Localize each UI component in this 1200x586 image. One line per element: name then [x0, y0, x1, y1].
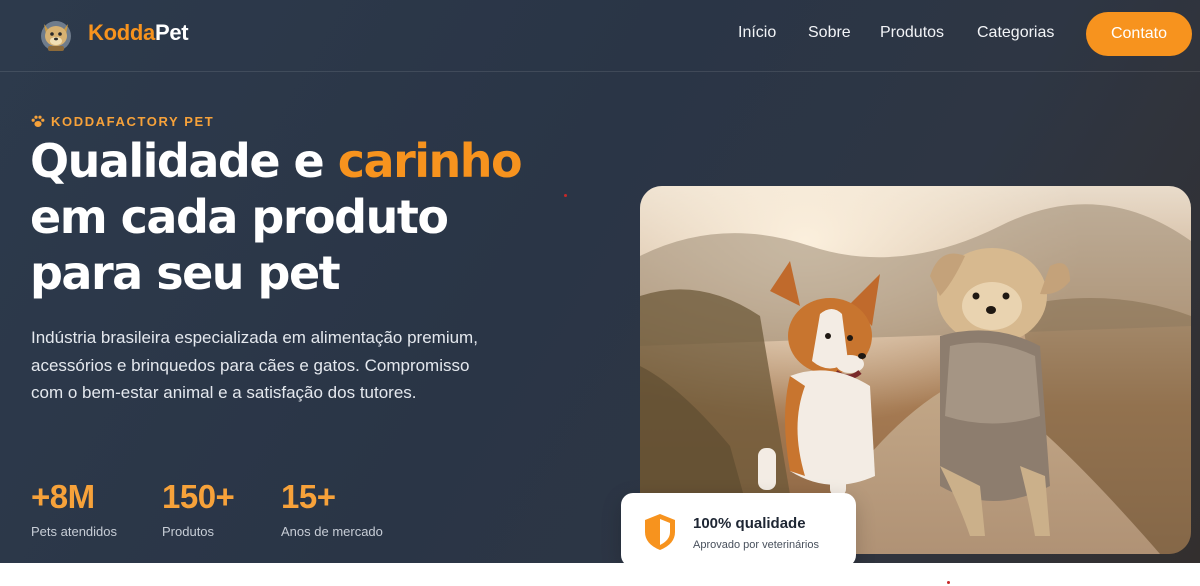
nav-link-categorias[interactable]: Categorias: [977, 24, 1054, 42]
decorative-dot: [564, 194, 567, 197]
brand-name[interactable]: KoddaPet: [88, 20, 189, 46]
quality-badge: 100% qualidade Aprovado por veterinários: [621, 493, 856, 563]
stat-label: Produtos: [162, 524, 215, 539]
stat-label: Pets atendidos: [31, 524, 118, 539]
badge-title: 100% qualidade: [693, 515, 806, 532]
contact-button[interactable]: Contato: [1086, 12, 1192, 56]
brand-name-part1: Kodda: [88, 20, 155, 45]
shield-icon: [645, 514, 675, 550]
hero-section: KoddaPet Início Sobre Produtos Categoria…: [0, 0, 1200, 563]
badge-subtitle: Aprovado por veterinários: [693, 539, 819, 551]
dog-mascot-logo[interactable]: [36, 14, 76, 54]
stat-value: +8M: [31, 478, 95, 515]
eyebrow-text: KODDAFACTORY PET: [51, 114, 215, 129]
stat-value: 15+: [281, 478, 336, 515]
brand-name-part2: Pet: [154, 20, 189, 45]
headline-line2: em cada produto: [30, 190, 449, 244]
stat-years: 15+ Anos de mercado: [281, 478, 383, 539]
hero-headline: Qualidade e carinho em cada produto para…: [30, 133, 630, 301]
decorative-dot: [947, 581, 950, 584]
nav-link-sobre[interactable]: Sobre: [808, 24, 851, 42]
headline-highlight: carinho: [337, 134, 523, 188]
headline-line3: para seu pet: [30, 246, 341, 300]
hero-description: Indústria brasileira especializada em al…: [31, 328, 478, 402]
stat-products: 150+ Produtos: [162, 478, 235, 539]
nav-link-produtos[interactable]: Produtos: [880, 24, 944, 42]
nav-link-inicio[interactable]: Início: [738, 24, 776, 42]
paw-icon: [31, 115, 45, 127]
headline-part1: Qualidade e: [30, 134, 338, 188]
site-header: KoddaPet Início Sobre Produtos Categoria…: [0, 0, 1200, 72]
eyebrow: KODDAFACTORY PET: [31, 114, 214, 129]
stat-value: 150+: [162, 478, 235, 515]
stat-label: Anos de mercado: [281, 524, 383, 539]
stat-pets: +8M Pets atendidos: [31, 478, 117, 539]
